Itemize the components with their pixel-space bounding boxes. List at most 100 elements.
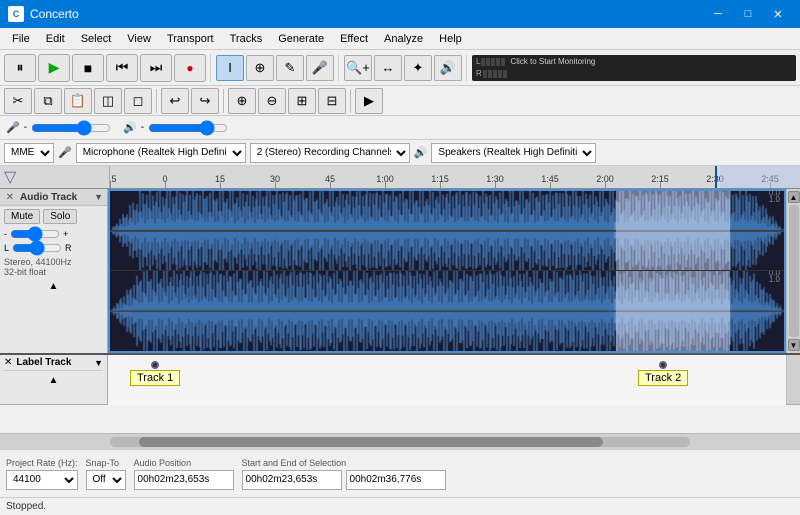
gain-min-label: - (4, 229, 7, 239)
snap-to-label: Snap-To (86, 458, 126, 468)
scroll-down-arrow[interactable]: ▼ (788, 339, 800, 351)
project-rate-select[interactable]: 44100 (6, 470, 78, 490)
snap-to-select[interactable]: Off (86, 470, 126, 490)
label-marker-1: Track 1 (130, 361, 180, 386)
output-level-slider[interactable] (148, 121, 228, 135)
label-marker-2: Track 2 (638, 361, 688, 386)
horizontal-scrollbar[interactable] (0, 433, 800, 449)
selection-start-input[interactable] (242, 470, 342, 490)
project-bar: Project Rate (Hz): 44100 Snap-To Off Aud… (0, 449, 800, 497)
gain-slider[interactable] (10, 229, 60, 239)
zoom-sel-button[interactable]: ⊟ (318, 88, 346, 114)
audio-track-buttons: Mute Solo (0, 206, 107, 227)
track-info: Stereo, 44100Hz 32-bit float (0, 255, 107, 279)
selection-field: Start and End of Selection (242, 458, 446, 490)
label-track-header: ✕ Label Track ▼ (4, 357, 103, 371)
label-track-area[interactable]: Track 1 Track 2 (108, 355, 786, 405)
selection-end-input[interactable] (346, 470, 446, 490)
transport-controls: ⏸ ▶ ■ ⏮ ⏭ ● (4, 54, 211, 82)
skip-fwd-button[interactable]: ⏭ (140, 54, 172, 82)
audio-track-close[interactable]: ✕ (4, 191, 16, 203)
audio-track-dropdown[interactable]: ▼ (94, 192, 103, 202)
menu-analyze[interactable]: Analyze (376, 31, 431, 47)
menu-transport[interactable]: Transport (159, 31, 222, 47)
audio-track-name: Audio Track (20, 192, 90, 203)
zoom-out-button[interactable]: ⊖ (258, 88, 286, 114)
stop-button[interactable]: ■ (72, 54, 104, 82)
close-button[interactable]: ✕ (764, 4, 792, 24)
label-track: ✕ Label Track ▼ ▲ Track 1 Track 2 (0, 355, 800, 405)
center-line-1 (110, 231, 784, 232)
menu-help[interactable]: Help (431, 31, 470, 47)
track-pan-row: L R (0, 241, 107, 255)
menu-select[interactable]: Select (73, 31, 120, 47)
menu-file[interactable]: File (4, 31, 38, 47)
envelope-tool-button[interactable]: ⊕ (246, 55, 274, 81)
paste-button[interactable]: 📋 (64, 88, 92, 114)
play-at-speed-button[interactable]: ▶ (355, 88, 383, 114)
cut-button[interactable]: ✂ (4, 88, 32, 114)
level-meter-bottom[interactable]: R (476, 69, 792, 79)
redo-button[interactable]: ↪ (191, 88, 219, 114)
audio-pos-input[interactable] (134, 470, 234, 490)
zoom-in-button[interactable]: ⊕ (228, 88, 256, 114)
record-button[interactable]: ● (174, 54, 206, 82)
mute-button[interactable]: Mute (4, 209, 40, 224)
mic-icon: 🎤 (58, 146, 72, 159)
solo-button[interactable]: Solo (43, 209, 77, 224)
label-text-1[interactable]: Track 1 (130, 370, 180, 386)
hscroll-thumb[interactable] (139, 437, 603, 447)
hscroll-track[interactable] (110, 437, 690, 447)
undo-button[interactable]: ↩ (161, 88, 189, 114)
scroll-thumb[interactable] (789, 205, 799, 337)
waveform-channel-2: 1.0 0.0 -1.0 (110, 271, 784, 351)
multi-tool-button[interactable]: ✦ (404, 55, 432, 81)
time-shift-tool-button[interactable]: ↔ (374, 55, 402, 81)
status-text: Stopped. (6, 501, 46, 512)
maximize-button[interactable]: □ (734, 4, 762, 24)
scroll-up-arrow[interactable]: ▲ (788, 191, 800, 203)
track-collapse-arrow[interactable]: ▲ (0, 279, 107, 294)
pause-button[interactable]: ⏸ (4, 54, 36, 82)
copy-button[interactable]: ⧉ (34, 88, 62, 114)
menu-tracks[interactable]: Tracks (222, 31, 271, 47)
minimize-button[interactable]: ─ (704, 4, 732, 24)
input-level-slider[interactable] (31, 121, 111, 135)
silence-button[interactable]: ◻ (124, 88, 152, 114)
zoom-fit-button[interactable]: ⊞ (288, 88, 316, 114)
play-button[interactable]: ▶ (38, 54, 70, 82)
zoom-in-tool-button[interactable]: 🔍+ (344, 55, 372, 81)
center-line-2 (110, 311, 784, 312)
audio-host-select[interactable]: MME (4, 143, 54, 163)
label-pin-2 (659, 361, 667, 369)
speaker-device-select[interactable]: Speakers (Realtek High Definiti (431, 143, 596, 163)
skip-back-button[interactable]: ⏮ (106, 54, 138, 82)
menu-view[interactable]: View (119, 31, 159, 47)
output-level-icon: 🔊 (123, 121, 137, 134)
timeline-ruler[interactable]: -1501530451:001:151:301:452:002:152:302:… (110, 166, 800, 188)
output-level-label: - (141, 122, 144, 133)
trim-button[interactable]: ◫ (94, 88, 122, 114)
main-container: C Concerto ─ □ ✕ File Edit Select View T… (0, 0, 800, 515)
menu-effect[interactable]: Effect (332, 31, 376, 47)
gain-max-label: + (63, 229, 68, 239)
vertical-scrollbar[interactable]: ▲ ▼ (786, 189, 800, 353)
selection-tool-button[interactable]: I (216, 55, 244, 81)
label-track-arrow[interactable]: ▲ (6, 375, 101, 386)
draw-tool-button[interactable]: ✎ (276, 55, 304, 81)
pan-right-label: R (65, 243, 72, 253)
level-meter-top[interactable]: L Click to Start Monitoring (476, 57, 792, 67)
mic-device-select[interactable]: Microphone (Realtek High Defini (76, 143, 246, 163)
speaker-tool-button[interactable]: 🔊 (434, 55, 462, 81)
channels-select[interactable]: 2 (Stereo) Recording Channels (250, 143, 410, 163)
label-text-2[interactable]: Track 2 (638, 370, 688, 386)
label-track-close[interactable]: ✕ (4, 357, 12, 368)
menu-edit[interactable]: Edit (38, 31, 73, 47)
menu-generate[interactable]: Generate (270, 31, 332, 47)
mic-tool-button[interactable]: 🎤 (306, 55, 334, 81)
title-bar: C Concerto ─ □ ✕ (0, 0, 800, 28)
pan-slider[interactable] (12, 243, 62, 253)
audio-pos-label: Audio Position (134, 458, 234, 468)
window-controls: ─ □ ✕ (704, 4, 792, 24)
label-track-dropdown[interactable]: ▼ (94, 358, 103, 368)
